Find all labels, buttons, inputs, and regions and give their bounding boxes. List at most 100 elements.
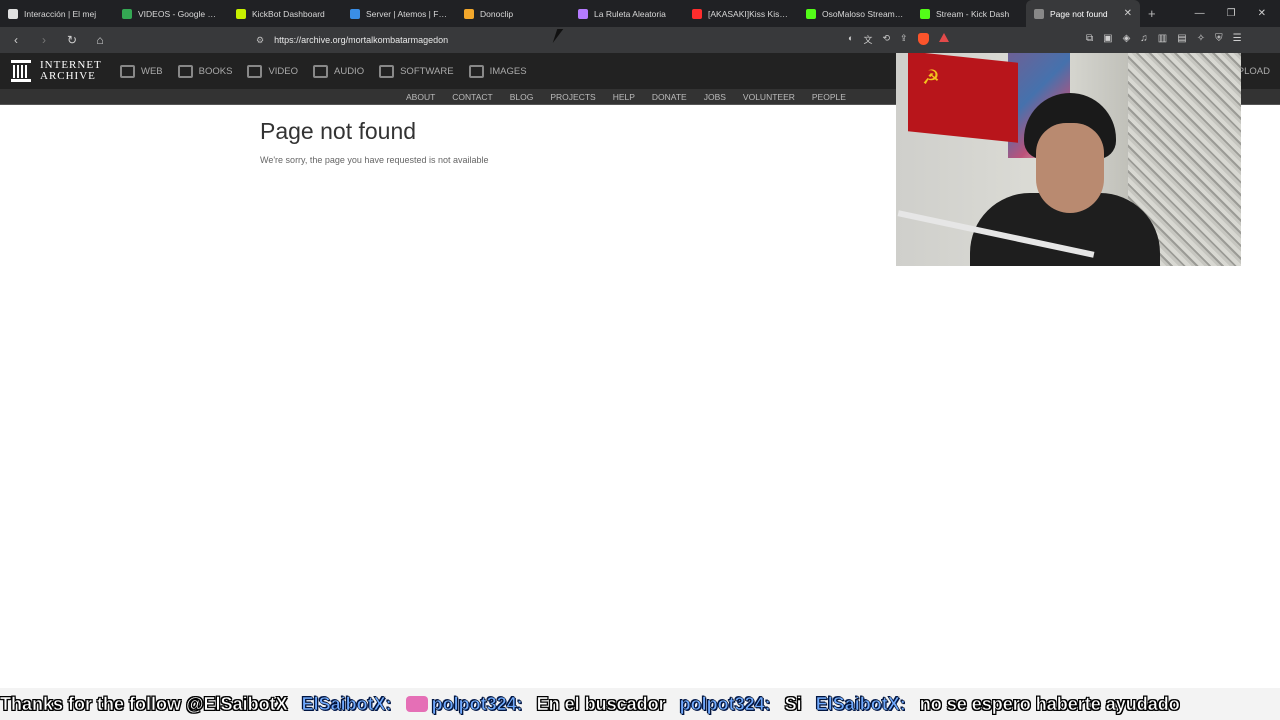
chat-user: ElSaibotX: — [815, 693, 906, 714]
nav-video-label: VIDEO — [268, 65, 298, 77]
tab-favicon-icon — [806, 8, 816, 19]
chat-user-name: ElSaibotX — [815, 693, 900, 714]
browser-tab[interactable]: Interacción | El mej — [0, 0, 114, 27]
tab-bar: Interacción | El mej VIDEOS - Google Driv… — [0, 0, 1280, 27]
sidebar-icon[interactable]: ▥ — [1158, 33, 1167, 44]
nav-web[interactable]: WEB — [120, 64, 163, 78]
nav-images-label: IMAGES — [489, 65, 527, 77]
music-icon[interactable]: ♫ — [1140, 33, 1148, 44]
browser-tab[interactable]: KickBot Dashboard — [228, 0, 342, 27]
browser-tab[interactable]: Server | Atemos | Free — [342, 0, 456, 27]
restore-icon[interactable]: ❐ — [1227, 8, 1236, 19]
tab-label: Server | Atemos | Free — [366, 8, 448, 19]
tab-favicon-icon — [464, 8, 474, 19]
browser-tab[interactable]: OsoMaloso Stream - V — [798, 0, 912, 27]
tab-favicon-icon — [350, 8, 360, 19]
subnav-donate[interactable]: DONATE — [652, 92, 687, 102]
page-title: Page not found — [260, 118, 417, 144]
software-icon — [379, 64, 395, 78]
chat-user: ElSaibotX: — [301, 693, 392, 714]
chat-user: polpot324: — [679, 693, 771, 714]
brave-shields-icon[interactable] — [917, 33, 929, 45]
address-bar-icons: ◐ 文 ⟲ ⇪ — [848, 33, 949, 46]
tab-label: Interacción | El mej — [24, 8, 97, 19]
tab-label: La Ruleta Aleatoria — [594, 8, 666, 19]
theme-icon[interactable]: ◐ — [848, 33, 853, 46]
audio-icon — [313, 64, 328, 78]
history-icon[interactable]: ⟲ — [882, 33, 890, 46]
streamer-face — [1036, 123, 1104, 213]
images-icon — [468, 64, 484, 78]
brave-rewards-icon[interactable] — [938, 33, 949, 42]
back-icon[interactable]: ‹ — [8, 33, 24, 47]
menu-icon[interactable]: ☰ — [1233, 33, 1242, 44]
subnav-jobs[interactable]: JOBS — [704, 92, 726, 102]
extensions-icon[interactable]: ⧉ — [1086, 33, 1093, 44]
browser-tab[interactable]: VIDEOS - Google Drive — [114, 0, 228, 27]
nav-video[interactable]: VIDEO — [247, 64, 298, 78]
new-tab-button[interactable]: + — [1140, 6, 1164, 21]
screenshot-icon[interactable]: ▣ — [1103, 33, 1112, 44]
hammer-sickle-icon: ☭ — [922, 67, 940, 89]
archive-building-icon — [11, 60, 31, 82]
home-icon[interactable]: ⌂ — [92, 33, 108, 47]
url-text[interactable]: https://archive.org/mortalkombatarmagedo… — [274, 35, 448, 45]
nav-audio-label: AUDIO — [334, 65, 365, 77]
tab-favicon-icon — [578, 8, 588, 19]
navigation-bar: ‹ › ↻ ⌂ ⚙ https://archive.org/mortalkomb… — [0, 27, 1280, 53]
nav-software[interactable]: SOFTWARE — [379, 64, 454, 78]
leo-icon[interactable]: ✧ — [1197, 33, 1205, 44]
wallet-icon[interactable]: ▤ — [1177, 33, 1186, 44]
tab-label: Stream - Kick Dash — [936, 8, 1010, 19]
subnav-projects[interactable]: PROJECTS — [550, 92, 595, 102]
browser-tab[interactable]: Donoclip — [456, 0, 570, 27]
logo-line-2: ARCHIVE — [40, 70, 96, 82]
close-window-icon[interactable]: ✕ — [1258, 8, 1266, 19]
browser-tab[interactable]: [AKASAKI]Kiss Kiss Kis — [684, 0, 798, 27]
video-icon — [247, 64, 263, 78]
error-message: We're sorry, the page you have requested… — [260, 155, 489, 165]
shield-icon[interactable]: ⛨ — [1215, 33, 1223, 44]
web-icon — [120, 64, 135, 78]
subnav-people[interactable]: PEOPLE — [812, 92, 846, 102]
vpn-icon[interactable]: ◈ — [1123, 33, 1131, 44]
nav-images[interactable]: IMAGES — [468, 64, 527, 78]
tab-favicon-icon — [920, 8, 930, 19]
forward-icon[interactable]: › — [36, 33, 52, 47]
tab-favicon-icon — [236, 8, 246, 19]
close-tab-icon[interactable]: ✕ — [1124, 8, 1132, 19]
chat-user-name: polpot324 — [679, 693, 765, 714]
browser-tab[interactable]: Page not found ✕ — [1026, 0, 1140, 27]
tab-strip: Interacción | El mej VIDEOS - Google Driv… — [0, 0, 1140, 27]
nav-audio[interactable]: AUDIO — [313, 64, 365, 78]
toolbar-extensions: ⧉ ▣ ◈ ♫ ▥ ▤ ✧ ⛨ ☰ — [1086, 33, 1242, 44]
follow-alert: Thanks for the follow @ElSaibotX — [0, 693, 288, 714]
share-icon[interactable]: ⇪ — [900, 33, 908, 46]
nav-books-label: BOOKS — [198, 65, 233, 77]
chat-user-name: polpot324 — [431, 693, 517, 714]
chat-message: En el buscador — [536, 693, 666, 714]
upload-link[interactable]: PLOAD — [1238, 66, 1270, 77]
chat-user: polpot324: — [431, 693, 523, 714]
chat-message: Si — [784, 693, 802, 714]
emote-icon — [405, 696, 428, 712]
webcam-overlay: ☭ — [896, 53, 1241, 266]
browser-tab[interactable]: La Ruleta Aleatoria — [570, 0, 684, 27]
reload-icon[interactable]: ↻ — [64, 33, 80, 47]
ia-logo[interactable]: INTERNET ARCHIVE — [0, 59, 120, 83]
nav-web-label: WEB — [141, 65, 163, 77]
browser-tab[interactable]: Stream - Kick Dash — [912, 0, 1026, 27]
nav-books[interactable]: BOOKS — [177, 64, 233, 78]
minimize-icon[interactable]: — — [1195, 8, 1205, 19]
tab-label: KickBot Dashboard — [252, 8, 325, 19]
chat-ticker: Thanks for the follow @ElSaibotX ElSaibo… — [0, 688, 1280, 720]
subnav-volunteer[interactable]: VOLUNTEER — [743, 92, 795, 102]
translate-icon[interactable]: 文 — [863, 33, 872, 46]
window-controls: — ❐ ✕ — [1195, 8, 1280, 19]
subnav-help[interactable]: HELP — [613, 92, 635, 102]
subnav-about[interactable]: ABOUT — [406, 92, 435, 102]
tab-favicon-icon — [8, 8, 18, 19]
site-info-icon[interactable]: ⚙ — [256, 35, 264, 46]
subnav-contact[interactable]: CONTACT — [452, 92, 492, 102]
subnav-blog[interactable]: BLOG — [510, 92, 534, 102]
